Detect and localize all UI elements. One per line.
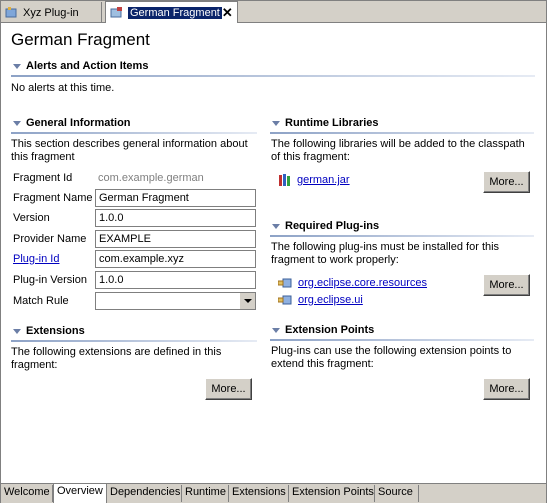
section-title: Runtime Libraries [285,117,379,129]
collapse-icon[interactable] [13,63,21,69]
tab-extension-points[interactable]: Extension Points [289,485,375,502]
extension-points-section-header[interactable]: Extension Points [272,324,374,336]
fragment-id-label: Fragment Id [13,172,73,184]
required-more-button[interactable]: More... [483,274,530,296]
collapse-icon[interactable] [272,223,280,229]
tab-runtime[interactable]: Runtime [182,485,229,502]
extension-points-description: Plug-ins can use the following extension… [271,345,512,370]
provider-name-field[interactable]: EXAMPLE [95,230,256,248]
tab-overview[interactable]: Overview [53,484,107,503]
extension-points-more-button[interactable]: More... [483,378,530,400]
required-description: The following plug-ins must be installed… [271,241,500,266]
page-title: German Fragment [11,30,150,49]
provider-name-label: Provider Name [13,233,87,245]
required-section-header[interactable]: Required Plug-ins [272,220,379,232]
fragment-name-label: Fragment Name [13,192,93,204]
collapse-icon[interactable] [13,120,21,126]
tab-dependencies[interactable]: Dependencies [107,485,182,502]
section-title: Extension Points [285,324,375,336]
extensions-description: The following extensions are defined in … [11,346,222,371]
version-label: Version [13,212,50,224]
tab-label: Xyz Plug-in [23,6,79,19]
tab-extensions[interactable]: Extensions [229,485,289,502]
section-title: Required Plug-ins [285,220,380,232]
section-divider [270,235,534,237]
fragment-name-field[interactable]: German Fragment [95,189,256,207]
section-divider [11,340,257,342]
section-divider [270,339,534,341]
plugin-id-link[interactable]: Plug-in Id [13,253,59,265]
collapse-icon[interactable] [272,327,280,333]
plugin-icon [5,6,19,19]
alerts-section-header[interactable]: Alerts and Action Items [13,60,148,72]
extensions-more-button[interactable]: More... [205,378,252,400]
extensions-section-header[interactable]: Extensions [13,325,85,337]
close-icon[interactable]: ✕ [222,6,233,19]
runtime-section-header[interactable]: Runtime Libraries [272,117,379,129]
section-title: General Information [26,117,131,129]
general-section-header[interactable]: General Information [13,117,131,129]
runtime-description: The following libraries will be added to… [271,138,525,163]
editor-window: Xyz Plug-in German Fragment ✕ German Fra… [0,0,547,503]
list-item[interactable]: german.jar [278,173,350,187]
match-rule-select[interactable] [95,292,256,310]
chevron-down-icon[interactable] [239,293,255,309]
library-link[interactable]: german.jar [297,174,350,186]
page-tab-bar: Welcome Overview Dependencies Runtime Ex… [1,483,546,503]
tab-welcome[interactable]: Welcome [1,485,53,502]
collapse-icon[interactable] [272,120,280,126]
plugin-version-label: Plug-in Version [13,274,87,286]
match-rule-label: Match Rule [13,295,69,307]
plugin-id-field[interactable]: com.example.xyz [95,250,256,268]
section-divider [11,132,257,134]
runtime-more-button[interactable]: More... [483,171,530,193]
plugin-icon [278,278,292,288]
section-title: Extensions [26,325,85,337]
list-item[interactable]: org.eclipse.ui [278,294,363,306]
tab-xyz-plugin[interactable]: Xyz Plug-in [1,2,102,23]
plugin-link[interactable]: org.eclipse.ui [298,294,363,306]
alerts-text: No alerts at this time. [11,82,115,94]
section-divider [270,132,534,134]
plugin-version-field[interactable]: 1.0.0 [95,271,256,289]
tab-label: German Fragment [128,6,222,19]
tab-source[interactable]: Source [375,485,419,502]
list-item[interactable]: org.eclipse.core.resources [278,277,427,289]
tab-german-fragment[interactable]: German Fragment ✕ [105,1,238,23]
library-jar-icon [279,174,290,186]
version-field[interactable]: 1.0.0 [95,209,256,227]
general-description: This section describes general informati… [11,138,248,163]
plugin-icon [278,295,292,305]
section-divider [11,75,535,77]
fragment-icon [110,6,124,19]
plugin-link[interactable]: org.eclipse.core.resources [298,277,427,289]
editor-tab-bar: Xyz Plug-in German Fragment ✕ [1,1,546,23]
section-title: Alerts and Action Items [26,60,149,72]
fragment-id-value: com.example.german [98,172,204,184]
collapse-icon[interactable] [13,328,21,334]
